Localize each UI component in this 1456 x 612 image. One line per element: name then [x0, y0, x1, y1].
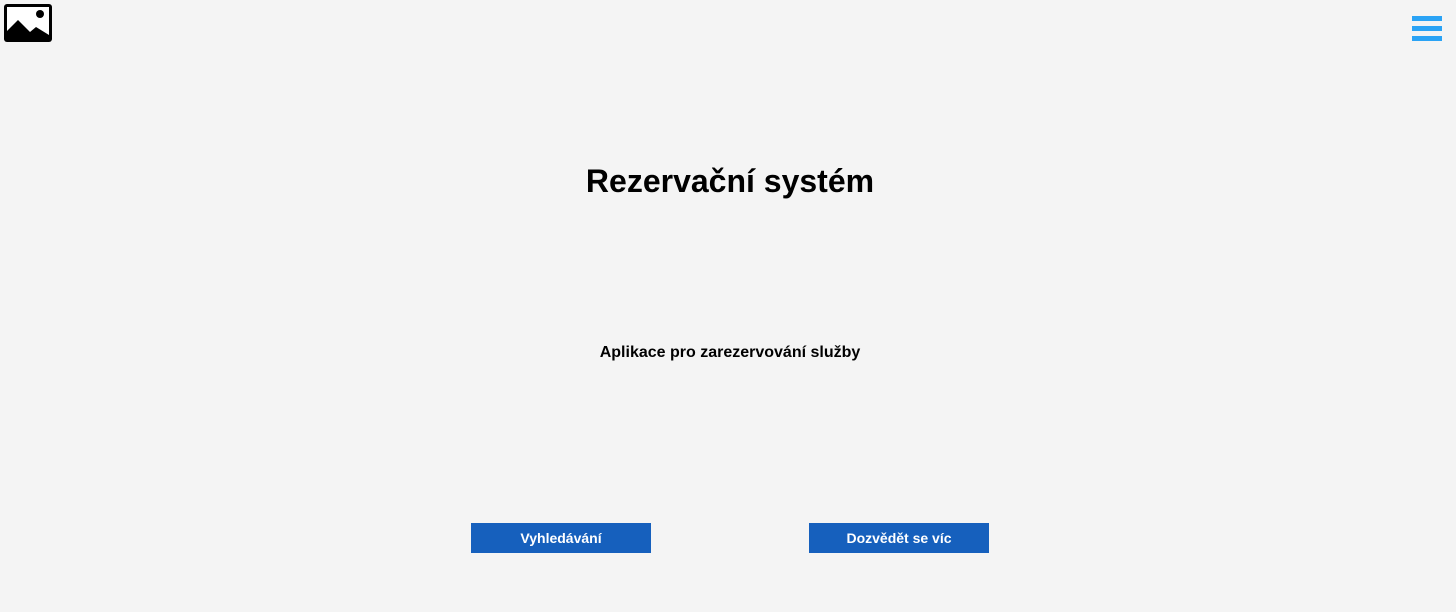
menu-bar — [1412, 26, 1442, 31]
menu-bar — [1412, 16, 1442, 21]
learn-more-button[interactable]: Dozvědět se víc — [809, 523, 989, 553]
hamburger-menu-icon[interactable] — [1412, 16, 1442, 41]
menu-bar — [1412, 36, 1442, 41]
search-button[interactable]: Vyhledávání — [471, 523, 651, 553]
image-placeholder-icon[interactable] — [3, 3, 53, 43]
page-subtitle: Aplikace pro zarezervování služby — [599, 344, 861, 361]
landing-page: Rezervační systém Aplikace pro zarezervo… — [0, 0, 1456, 612]
page-title: Rezervační systém — [585, 163, 875, 199]
